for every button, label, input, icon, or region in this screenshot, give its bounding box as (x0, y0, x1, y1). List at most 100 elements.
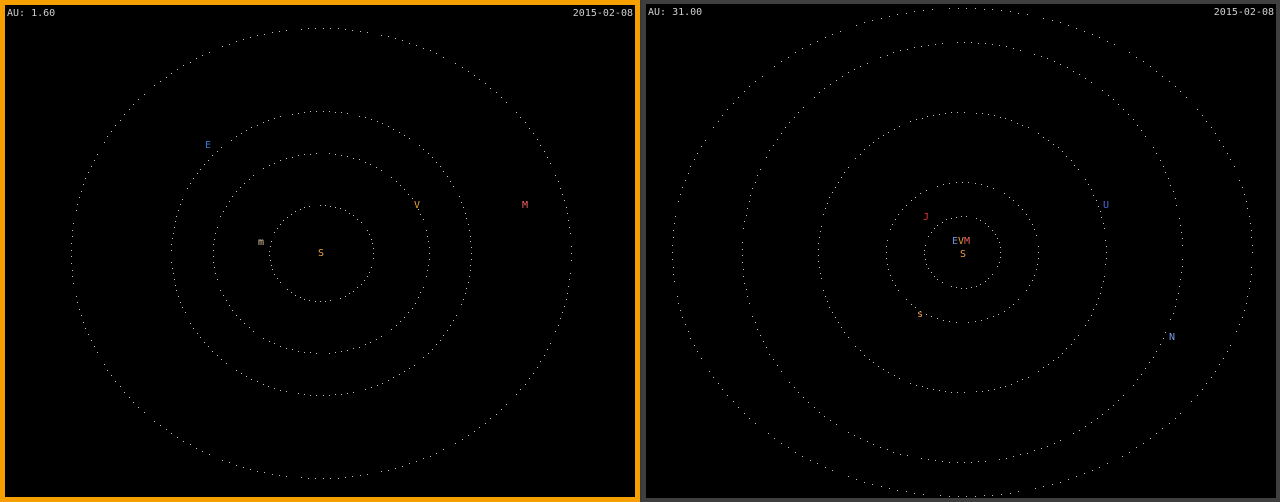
orbit-dot (1251, 230, 1252, 231)
orbit-dot (280, 282, 281, 283)
orbit-dot (236, 370, 237, 371)
orbit-dot (479, 79, 480, 80)
orbit-dot (1091, 82, 1092, 83)
orbit-dot (73, 223, 74, 224)
orbit-dot (820, 231, 821, 232)
planet-jupiter-marker[interactable]: J (923, 212, 929, 223)
inner-system-view[interactable]: Sm V E M AU: 1.60 2015-02-08 (0, 0, 640, 502)
orbit-dot (747, 296, 748, 297)
orbit-dot (471, 247, 472, 248)
orbit-dot (274, 274, 275, 275)
orbit-dot (412, 198, 413, 199)
planet-mars-marker[interactable]: M (964, 236, 970, 247)
orbit-dot (71, 250, 72, 251)
orbit-dot (760, 335, 761, 336)
orbit-dot (404, 317, 405, 318)
orbit-dot (423, 287, 424, 288)
orbit-dot (957, 462, 958, 463)
orbit-dot (323, 478, 324, 479)
orbit-dot (124, 392, 125, 393)
orbit-dot (174, 279, 175, 280)
orbit-dot (193, 328, 194, 329)
planet-mars-marker[interactable]: M (522, 200, 528, 211)
planet-neptune-marker[interactable]: N (1169, 332, 1175, 343)
orbit-dot (335, 352, 336, 353)
orbit-dot (249, 327, 250, 328)
orbit-dot (173, 233, 174, 234)
orbit-dot (365, 344, 366, 345)
orbit-dot (697, 153, 698, 154)
orbit-dot (835, 317, 836, 318)
orbit-dot (335, 207, 336, 208)
orbit-dot (547, 157, 548, 158)
planet-saturn-marker[interactable]: s (917, 309, 923, 320)
orbit-dot (1098, 298, 1099, 299)
orbit-dot (222, 46, 223, 47)
orbit-dot (409, 138, 410, 139)
orbit-dot (370, 164, 371, 165)
orbit-dot (818, 249, 819, 250)
orbit-dot (567, 293, 568, 294)
orbit-dot (316, 111, 317, 112)
orbit-dot (943, 320, 944, 321)
orbit-dot (340, 208, 341, 209)
orbit-dot (675, 216, 676, 217)
orbit-dot (869, 145, 870, 146)
orbit-dot (937, 186, 938, 187)
orbit-dot (376, 339, 377, 340)
outer-system-view[interactable]: SEVMJsUN AU: 31.00 2015-02-08 (642, 0, 1280, 502)
orbit-dot (1108, 95, 1109, 96)
orbit-dot (1067, 67, 1068, 68)
orbit-dot (718, 383, 719, 384)
orbit-dot (682, 187, 683, 188)
orbit-dot (1018, 491, 1019, 492)
orbit-dot (465, 293, 466, 294)
planet-mercury-marker[interactable]: m (258, 237, 264, 248)
orbit-dot (277, 228, 278, 229)
orbit-dot (976, 113, 977, 114)
orbit-dot (416, 461, 417, 462)
orbit-dot (91, 166, 92, 167)
orbit-dot (926, 314, 927, 315)
orbit-dot (529, 378, 530, 379)
orbit-dot (353, 215, 354, 216)
orbit-dot (898, 290, 899, 291)
orbit-dot (781, 133, 782, 134)
orbit-dot (178, 296, 179, 297)
orbit-dot (427, 270, 428, 271)
orbit-dot (345, 29, 346, 30)
planet-sun-marker[interactable]: S (960, 249, 966, 260)
orbit-dot (733, 103, 734, 104)
planet-venus-marker[interactable]: V (414, 200, 420, 211)
orbit-dot (1211, 377, 1212, 378)
orbit-dot (1054, 443, 1055, 444)
orbit-dot (279, 31, 280, 32)
orbit-dot (881, 486, 882, 487)
orbit-dot (547, 349, 548, 350)
orbit-dot (353, 392, 354, 393)
orbit-dot (1084, 31, 1085, 32)
orbit-dot (304, 352, 305, 353)
orbit-dot (377, 385, 378, 386)
planet-uranus-marker[interactable]: U (1103, 200, 1109, 211)
orbit-dot (933, 389, 934, 390)
orbit-dot (987, 318, 988, 319)
orbit-dot (1038, 133, 1039, 134)
orbit-dot (209, 454, 210, 455)
orbit-dot (533, 133, 534, 134)
orbit-dot (883, 135, 884, 136)
orbit-dot (1029, 219, 1030, 220)
orbit-dot (190, 62, 191, 63)
date-label: 2015-02-08 (572, 8, 633, 19)
orbit-dot (1165, 172, 1166, 173)
orbit-dot (1017, 381, 1018, 382)
orbit-dot (1017, 123, 1018, 124)
orbit-dot (544, 151, 545, 152)
orbit-dot (263, 122, 264, 123)
orbit-dot (1073, 433, 1074, 434)
planet-earth-marker[interactable]: E (205, 140, 211, 151)
orbit-dot (325, 301, 326, 302)
planet-sun-marker[interactable]: S (318, 248, 324, 259)
orbit-dot (964, 42, 965, 43)
orbit-dot (429, 253, 430, 254)
